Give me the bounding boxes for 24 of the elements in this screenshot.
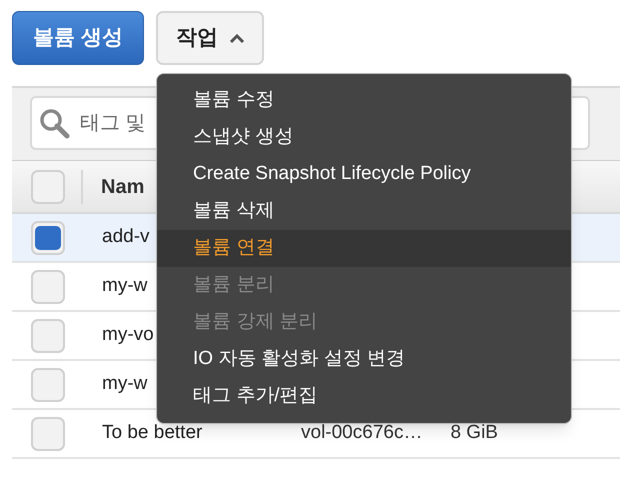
- search-icon: [38, 107, 70, 139]
- create-volume-button[interactable]: 볼륨 생성: [12, 11, 144, 65]
- table-cell: my-w: [102, 373, 148, 394]
- checkbox[interactable]: [31, 416, 65, 450]
- table-cell: my-vo: [102, 324, 154, 346]
- menu-item[interactable]: Create Snapshot Lifecycle Policy: [157, 156, 571, 193]
- menu-item[interactable]: IO 자동 활성화 설정 변경: [157, 341, 571, 378]
- checkbox[interactable]: [31, 270, 65, 304]
- menu-item[interactable]: 볼륨 연결: [157, 230, 571, 267]
- menu-item[interactable]: 볼륨 수정: [157, 82, 571, 119]
- checkbox[interactable]: [31, 368, 65, 402]
- checkbox[interactable]: [31, 220, 65, 254]
- table-cell: add-v: [102, 226, 150, 248]
- menu-item[interactable]: 스냅샷 생성: [157, 119, 571, 156]
- actions-button[interactable]: 작업: [156, 11, 264, 65]
- checkbox[interactable]: [31, 318, 65, 352]
- column-header[interactable]: Nam: [101, 172, 144, 202]
- table-cell: To be better: [102, 422, 202, 444]
- menu-item[interactable]: 볼륨 삭제: [157, 193, 571, 230]
- table-cell-text: vol-00c676c…: [301, 421, 422, 446]
- table-cell-text: 8 GiB: [450, 421, 498, 446]
- checkbox[interactable]: [31, 170, 65, 204]
- table-cell: my-w: [102, 275, 148, 296]
- caret-icon: [230, 34, 244, 42]
